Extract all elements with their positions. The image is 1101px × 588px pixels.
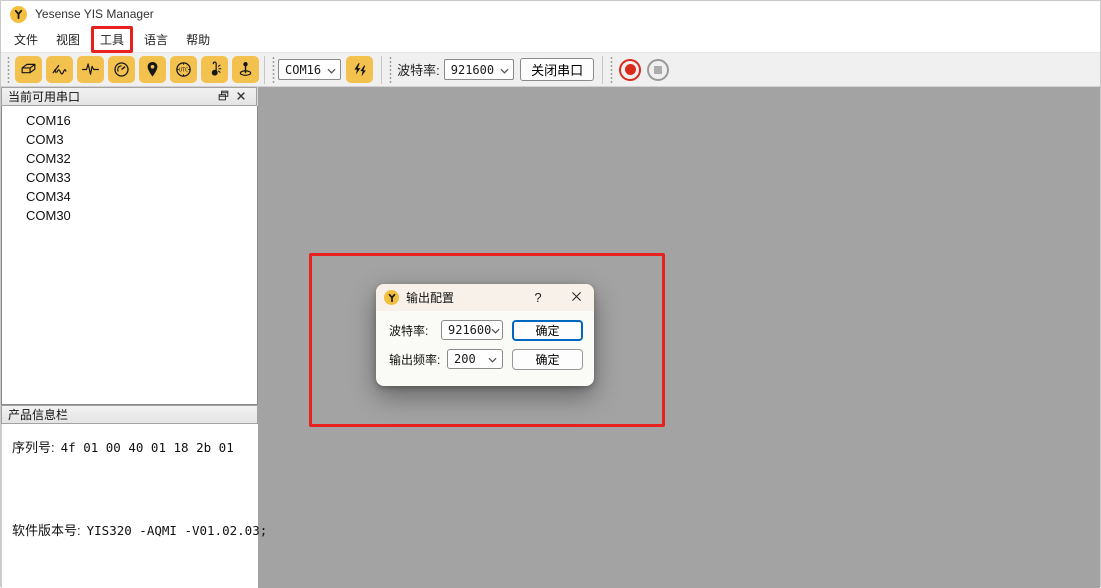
menu-help[interactable]: 帮助	[177, 27, 219, 52]
info-panel-title: 产品信息栏	[8, 406, 68, 423]
port-list-item[interactable]: COM16	[2, 111, 257, 130]
toolbar-separator	[264, 56, 265, 84]
product-info-panel: 序列号:4f 01 00 40 01 18 2b 01 软件版本号:YIS320…	[1, 424, 258, 588]
record-icon	[625, 64, 636, 75]
refresh-bolts-icon	[351, 61, 369, 79]
close-icon	[236, 89, 246, 104]
refresh-ports-button[interactable]	[346, 56, 373, 83]
toolbar: UTC COM16 波特率: 921600 关闭串口	[1, 53, 1100, 87]
baud-rate-row: 波特率: 921600 确定	[389, 319, 583, 341]
menu-file[interactable]: 文件	[5, 27, 47, 52]
port-list-item[interactable]: COM30	[2, 206, 257, 225]
temperature-button[interactable]	[201, 56, 228, 83]
location-pin-icon	[143, 60, 162, 79]
toolbar-grip[interactable]	[608, 57, 614, 83]
stop-icon	[654, 66, 662, 74]
toolbar-separator	[602, 56, 603, 84]
toolbar-grip[interactable]	[270, 57, 276, 83]
gauge-button[interactable]	[108, 56, 135, 83]
dialog-freq-label: 输出频率:	[389, 351, 440, 368]
ports-list: COM16 COM3 COM32 COM33 COM34 COM30	[1, 106, 258, 405]
record-button[interactable]	[619, 59, 641, 81]
baud-rate-label: 波特率:	[397, 60, 440, 79]
dialog-help-button[interactable]: ?	[528, 290, 548, 305]
port-list-item[interactable]: COM3	[2, 130, 257, 149]
stop-button[interactable]	[647, 59, 669, 81]
freq-ok-button[interactable]: 确定	[512, 349, 583, 370]
dialog-title-bar: 输出配置 ?	[376, 284, 594, 311]
dialog-logo-icon	[384, 290, 399, 305]
ports-panel-header: 当前可用串口	[1, 87, 257, 106]
probe-icon	[236, 60, 255, 79]
gauge-icon	[112, 60, 131, 79]
com-port-select[interactable]: COM16	[278, 59, 341, 80]
output-config-dialog: 输出配置 ? 波特率: 921600 确定 输出频率:	[376, 284, 594, 386]
main-content: 当前可用串口 COM16 COM3 COM32 COM33 COM34 COM3…	[1, 87, 1100, 588]
chevron-down-icon	[327, 63, 336, 77]
probe-button[interactable]	[232, 56, 259, 83]
dialog-freq-select[interactable]: 200	[447, 349, 503, 369]
dialog-title: 输出配置	[406, 289, 528, 306]
waveform-icon	[81, 60, 100, 79]
attitude-angle-icon	[50, 60, 69, 79]
dialog-freq-value: 200	[454, 352, 476, 366]
location-button[interactable]	[139, 56, 166, 83]
port-list-item[interactable]: COM33	[2, 168, 257, 187]
waveform-button[interactable]	[77, 56, 104, 83]
title-bar: Yesense YIS Manager	[1, 1, 1100, 27]
chevron-down-icon	[488, 352, 497, 366]
output-rate-row: 输出频率: 200 确定	[389, 348, 583, 370]
software-version-label: 软件版本号:	[12, 523, 81, 538]
attitude-button[interactable]	[46, 56, 73, 83]
menu-view[interactable]: 视图	[47, 27, 89, 52]
dialog-close-button[interactable]	[566, 288, 586, 308]
toolbar-grip[interactable]	[5, 57, 11, 83]
menu-tools[interactable]: 工具	[91, 26, 133, 53]
svg-text:UTC: UTC	[179, 67, 188, 73]
window-title: Yesense YIS Manager	[35, 7, 154, 21]
app-window: Yesense YIS Manager 文件 视图 工具 语言 帮助 UTC	[0, 0, 1101, 587]
software-version-value: YIS320 -AQMI -V01.02.03;	[87, 523, 268, 538]
temperature-icon	[205, 60, 224, 79]
baud-ok-button[interactable]: 确定	[512, 320, 583, 341]
toolbar-grip[interactable]	[387, 57, 393, 83]
app-logo-icon	[10, 6, 27, 23]
utc-clock-button[interactable]: UTC	[170, 56, 197, 83]
com-port-value: COM16	[285, 63, 321, 77]
ports-panel-title: 当前可用串口	[8, 88, 80, 105]
serial-number-label: 序列号:	[12, 440, 55, 455]
chevron-down-icon	[500, 63, 509, 77]
serial-number-value: 4f 01 00 40 01 18 2b 01	[61, 440, 234, 455]
menu-language[interactable]: 语言	[135, 27, 177, 52]
menu-bar: 文件 视图 工具 语言 帮助	[1, 27, 1100, 53]
float-panel-button[interactable]	[214, 89, 232, 105]
close-icon	[571, 290, 582, 305]
dialog-baud-value: 921600	[448, 323, 491, 337]
view-3d-button[interactable]	[15, 56, 42, 83]
dialog-body: 波特率: 921600 确定 输出频率: 200 确定	[376, 311, 594, 370]
info-panel-header: 产品信息栏	[1, 405, 258, 424]
toolbar-separator	[381, 56, 382, 84]
cube-3d-icon	[19, 60, 38, 79]
utc-clock-icon: UTC	[174, 60, 193, 79]
dialog-baud-select[interactable]: 921600	[441, 320, 503, 340]
float-icon	[218, 89, 229, 104]
baud-rate-select[interactable]: 921600	[444, 59, 514, 80]
port-list-item[interactable]: COM32	[2, 149, 257, 168]
dialog-baud-label: 波特率:	[389, 322, 428, 339]
baud-rate-value: 921600	[451, 63, 494, 77]
serial-number-line: 序列号: 4f 01 00 40 01 18 2b 01	[12, 437, 234, 456]
close-serial-port-button[interactable]: 关闭串口	[520, 58, 594, 81]
serial-ports-dock: 当前可用串口 COM16 COM3 COM32 COM33 COM34 COM3…	[1, 87, 258, 588]
software-version-line: 软件版本号: YIS320 -AQMI -V01.02.03;	[12, 520, 267, 539]
port-list-item[interactable]: COM34	[2, 187, 257, 206]
close-panel-button[interactable]	[232, 89, 250, 105]
chevron-down-icon	[491, 323, 500, 337]
